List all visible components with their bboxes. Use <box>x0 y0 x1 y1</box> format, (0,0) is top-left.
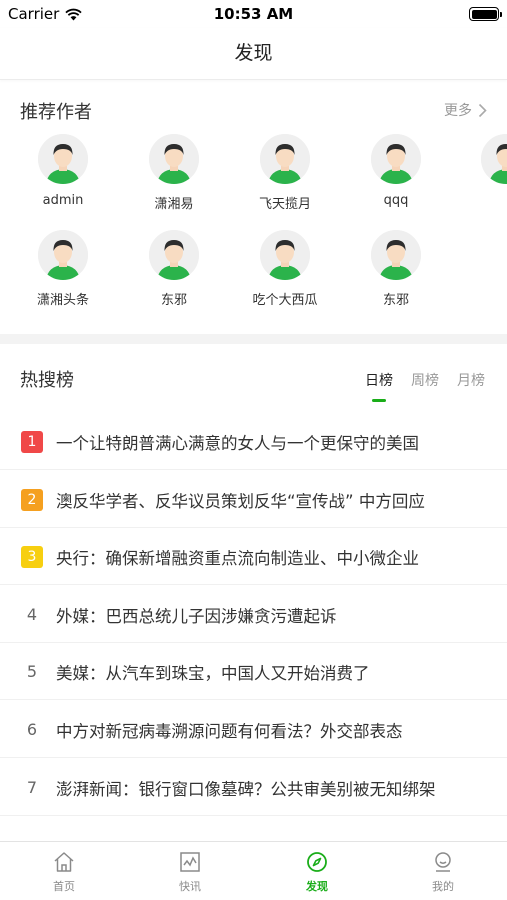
author-card[interactable]: 吃个大西瓜 <box>240 230 330 308</box>
rank-number: 5 <box>26 662 38 682</box>
tab-home-label: 首页 <box>53 880 75 893</box>
author-name: admin <box>42 193 84 208</box>
chevron-right-icon <box>478 103 487 117</box>
author-name: 东邪 <box>382 293 409 308</box>
author-avatar <box>260 134 310 184</box>
author-avatar <box>149 230 199 280</box>
tab-bar: 首页 快讯 发现 我的 <box>0 841 507 900</box>
tab-daily[interactable]: 日榜 <box>365 370 393 402</box>
rank-number: 2 <box>21 488 43 511</box>
hot-list-item[interactable]: 3 央行：确保新增融资重点流向制造业、中小微企业 <box>0 527 507 586</box>
author-card[interactable]: 潇湘易 <box>129 134 219 212</box>
status-time: 10:53 AM <box>213 5 294 23</box>
rank-title: 一个让特朗普满心满意的女人与一个更保守的美国 <box>56 434 419 453</box>
tab-news[interactable]: 快讯 <box>150 850 230 894</box>
rank-title: 中方对新冠病毒溯源问题有何看法？外交部表态 <box>56 722 403 741</box>
author-avatar-partial[interactable] <box>481 134 507 184</box>
tab-me[interactable]: 我的 <box>403 850 483 894</box>
author-avatar <box>260 230 310 280</box>
author-avatar <box>149 134 199 184</box>
home-icon <box>54 852 74 872</box>
more-label: 更多 <box>444 103 472 119</box>
section-divider <box>0 334 507 344</box>
rank-title: 央行：确保新增融资重点流向制造业、中小微企业 <box>56 549 419 569</box>
author-name: 吃个大西瓜 <box>252 293 318 308</box>
author-name: qqq <box>383 193 409 208</box>
tab-discover[interactable]: 发现 <box>277 850 357 894</box>
tab-discover-label: 发现 <box>306 880 328 893</box>
tab-news-label: 快讯 <box>179 880 201 893</box>
hot-list-item[interactable]: 4 外媒：巴西总统儿子因涉嫌贪污遭起诉 <box>0 585 507 643</box>
author-avatar <box>38 230 88 280</box>
rank-number: 1 <box>21 431 43 453</box>
page-title: 发现 <box>234 42 273 64</box>
tab-home[interactable]: 首页 <box>24 850 104 894</box>
hot-tabs: 日榜 周榜 月榜 <box>365 370 485 402</box>
rank-number: 6 <box>26 720 38 739</box>
nav-bar: 发现 <box>0 28 507 80</box>
author-card[interactable]: 东邪 <box>351 230 441 308</box>
author-card[interactable]: qqq <box>351 134 441 208</box>
hot-list-item[interactable]: 6 中方对新冠病毒溯源问题有何看法？外交部表态 <box>0 700 507 758</box>
author-card[interactable]: admin <box>18 134 108 208</box>
chart-icon <box>180 852 200 872</box>
hot-list-item[interactable]: 1 一个让特朗普满心满意的女人与一个更保守的美国 <box>0 412 507 470</box>
status-bar: Carrier 10:53 AM <box>0 0 507 28</box>
author-card[interactable]: 飞天揽月 <box>240 134 330 212</box>
rank-number: 3 <box>21 546 43 569</box>
rank-number: 4 <box>26 604 38 624</box>
rank-number: 7 <box>26 777 38 797</box>
hot-section-title: 热搜榜 <box>20 370 74 391</box>
rank-title: 美媒：从汽车到珠宝，中国人又开始消费了 <box>56 664 370 684</box>
author-avatar <box>371 134 421 184</box>
author-name: 东邪 <box>160 293 187 308</box>
author-avatar <box>371 230 421 280</box>
author-card[interactable]: 潇湘头条 <box>18 230 108 308</box>
authors-section-title: 推荐作者 <box>20 102 92 123</box>
author-card[interactable]: 东邪 <box>129 230 219 308</box>
hot-list-item[interactable]: 7 澎湃新闻：银行窗口像墓碑？公共审美别被无知绑架 <box>0 758 507 816</box>
compass-icon <box>307 852 327 872</box>
tab-weekly[interactable]: 周榜 <box>411 370 439 390</box>
author-name: 潇湘易 <box>154 197 194 212</box>
rank-title: 澎湃新闻：银行窗口像墓碑？公共审美别被无知绑架 <box>56 779 436 799</box>
tab-me-label: 我的 <box>432 880 454 893</box>
hot-list-item[interactable]: 2 澳反华学者、反华议员策划反华“宣传战” 中方回应 <box>0 470 507 528</box>
author-name: 潇湘头条 <box>36 293 89 308</box>
author-avatar <box>38 134 88 184</box>
author-name: 飞天揽月 <box>258 197 311 212</box>
rank-title: 澳反华学者、反华议员策划反华“宣传战” 中方回应 <box>56 491 425 511</box>
more-authors-link[interactable]: 更多 <box>444 100 487 120</box>
user-icon <box>435 852 451 872</box>
battery-icon <box>469 7 502 21</box>
tab-monthly[interactable]: 月榜 <box>457 370 485 390</box>
hot-list-item[interactable]: 5 美媒：从汽车到珠宝，中国人又开始消费了 <box>0 642 507 701</box>
rank-title: 外媒：巴西总统儿子因涉嫌贪污遭起诉 <box>56 606 337 626</box>
